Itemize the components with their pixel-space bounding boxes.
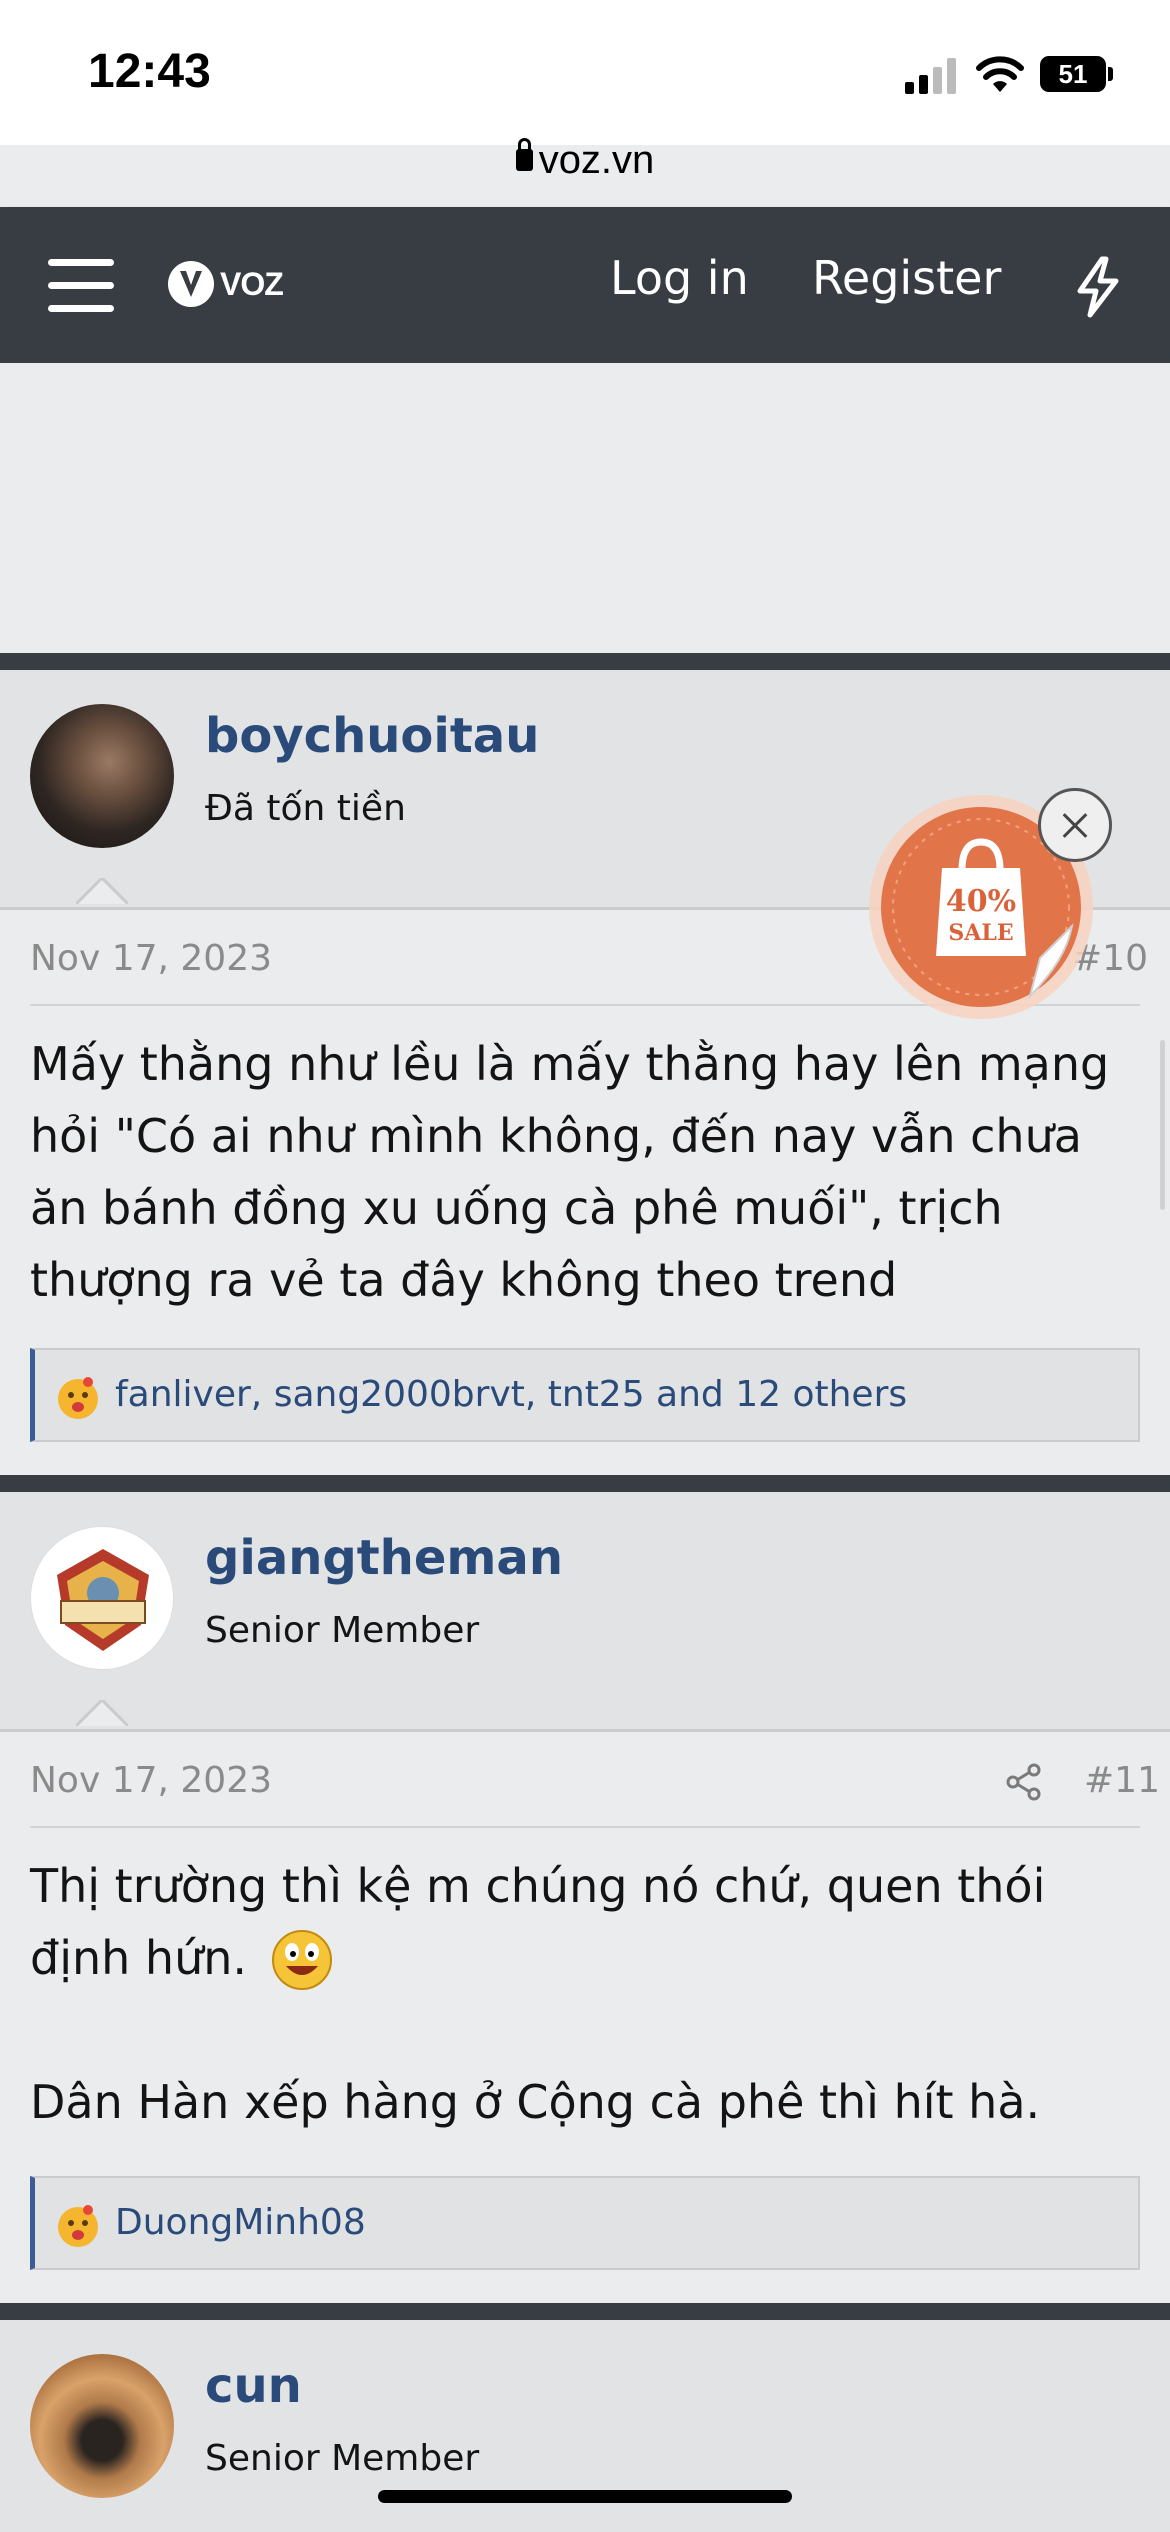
post-body: Mấy thằng như lều là mấy thằng hay lên m…: [30, 1028, 1140, 1316]
user-title: Đã tốn tiền: [205, 788, 406, 829]
post-line: Dân Hàn xếp hàng ở Cộng cà phê thì hít h…: [30, 2075, 1041, 2129]
battery-indicator: 51: [1040, 56, 1106, 92]
site-navbar: VOZ Log in Register: [0, 207, 1170, 363]
post-line: ăn bánh đồng xu uống cà phê muối", trịch: [30, 1181, 1003, 1235]
ad-placeholder: [0, 363, 1170, 653]
sale-percent: 40%: [945, 884, 1017, 919]
status-bar: 12:43 51 voz.vn: [0, 0, 1170, 182]
post-line: Thị trường thì kệ m chúng nó chứ, quen t…: [30, 1859, 1046, 1913]
reactions-bar[interactable]: DuongMinh08: [30, 2176, 1140, 2270]
post-body: Thị trường thì kệ m chúng nó chứ, quen t…: [30, 1850, 1140, 2138]
reaction-emoji: [58, 1377, 98, 1419]
post-user-header: giangtheman Senior Member: [0, 1492, 1170, 1732]
menu-icon[interactable]: [48, 259, 114, 313]
caret-pointer: [76, 878, 128, 904]
post-separator: [0, 1475, 1170, 1492]
username[interactable]: cun: [205, 2358, 302, 2414]
reaction-names[interactable]: DuongMinh08: [115, 2202, 366, 2243]
post-number[interactable]: #11: [1084, 1760, 1160, 1801]
post-separator: [0, 653, 1170, 670]
close-icon[interactable]: [1038, 788, 1112, 862]
post-line: hỏi "Có ai như mình không, đến nay vẫn c…: [30, 1109, 1082, 1163]
username[interactable]: boychuoitau: [205, 708, 539, 764]
reaction-names[interactable]: fanliver, sang2000brvt, tnt25 and 12 oth…: [115, 1374, 907, 1415]
post-separator: [0, 2303, 1170, 2320]
smiley-emoji: [271, 1930, 332, 1990]
post-line-with-emoji: định hứn.: [30, 1922, 1140, 1994]
bolt-icon[interactable]: [1072, 255, 1124, 319]
home-indicator[interactable]: [378, 2490, 792, 2503]
site-logo[interactable]: VOZ: [166, 259, 284, 309]
url-bar[interactable]: voz.vn: [0, 138, 1170, 183]
battery-tip: [1108, 67, 1113, 81]
status-time: 12:43: [88, 45, 211, 98]
scrollbar[interactable]: [1160, 1040, 1165, 1210]
mars-lab-badge: [57, 1549, 149, 1651]
wifi-icon: [976, 56, 1024, 92]
post-date[interactable]: Nov 17, 2023: [30, 1760, 272, 1801]
avatar[interactable]: [30, 1526, 174, 1670]
reaction-emoji: [58, 2205, 98, 2247]
logo-text: VOZ: [220, 265, 284, 302]
username[interactable]: giangtheman: [205, 1530, 563, 1586]
login-link[interactable]: Log in: [610, 251, 749, 305]
sale-label: SALE: [948, 920, 1014, 946]
meta-divider: [30, 1826, 1140, 1828]
post-line: Mấy thằng như lều là mấy thằng hay lên m…: [30, 1037, 1110, 1091]
avatar[interactable]: [30, 704, 174, 848]
register-link[interactable]: Register: [812, 251, 1001, 305]
post-line: thượng ra vẻ ta đây không theo trend: [30, 1253, 898, 1307]
lock-icon: [515, 138, 533, 171]
url-text: voz.vn: [538, 138, 655, 182]
caret-pointer: [76, 1700, 128, 1726]
reactions-bar[interactable]: fanliver, sang2000brvt, tnt25 and 12 oth…: [30, 1348, 1140, 1442]
avatar[interactable]: [30, 2354, 174, 2498]
post-line-blank: [30, 1994, 1140, 2066]
signal-icon: [905, 58, 957, 94]
user-title: Senior Member: [205, 2438, 480, 2479]
voz-logo: [168, 261, 214, 307]
post-date[interactable]: Nov 17, 2023: [30, 938, 272, 979]
user-title: Senior Member: [205, 1610, 480, 1651]
share-icon[interactable]: [1004, 1762, 1044, 1802]
post-line-text: định hứn.: [30, 1931, 247, 1985]
